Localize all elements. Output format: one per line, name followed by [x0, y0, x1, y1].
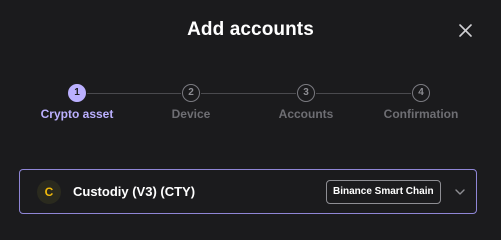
step-device[interactable]: 2 Device	[136, 84, 246, 121]
asset-name: Custodiy (V3) (CTY)	[73, 184, 196, 199]
step-label: Crypto asset	[40, 107, 114, 121]
stepper: 1 Crypto asset 2 Device 3 Accounts 4 Con…	[0, 84, 501, 129]
step-label: Accounts	[278, 107, 334, 121]
step-number: 2	[182, 84, 200, 102]
step-accounts[interactable]: 3 Accounts	[251, 84, 361, 121]
asset-select-dropdown[interactable]: C Custodiy (V3) (CTY) Binance Smart Chai…	[19, 169, 477, 214]
close-button[interactable]	[455, 20, 477, 42]
dialog-title: Add accounts	[187, 19, 314, 40]
coin-icon: C	[37, 180, 61, 204]
step-label: Device	[171, 107, 211, 121]
add-accounts-dialog: Add accounts 1 Crypto asset 2 Device 3 A…	[0, 0, 501, 235]
network-badge: Binance Smart Chain	[326, 180, 441, 204]
step-label: Confirmation	[383, 107, 459, 121]
step-number: 1	[68, 84, 86, 102]
step-number: 3	[297, 84, 315, 102]
step-confirmation[interactable]: 4 Confirmation	[366, 84, 476, 121]
close-icon	[459, 24, 472, 37]
step-number: 4	[412, 84, 430, 102]
chevron-down-icon[interactable]	[454, 187, 466, 197]
step-crypto-asset[interactable]: 1 Crypto asset	[22, 84, 132, 121]
